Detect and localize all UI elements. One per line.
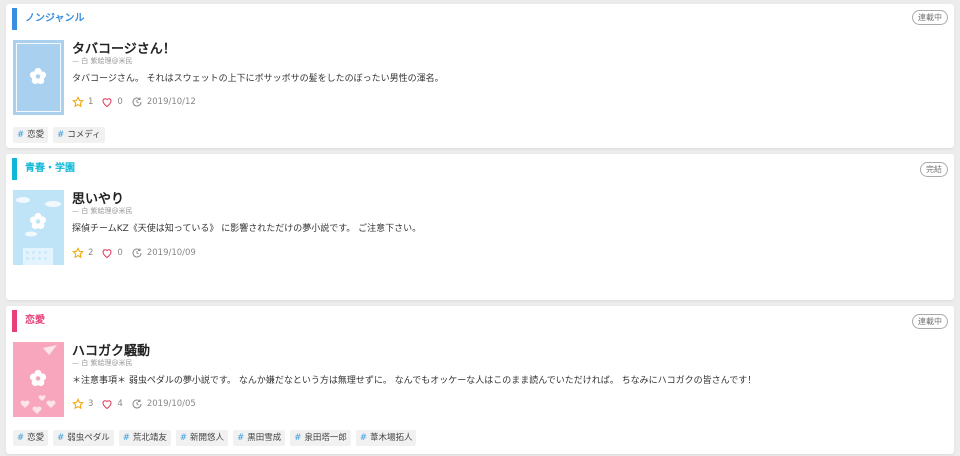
work-title[interactable]: 思いやり: [72, 188, 124, 207]
heart-count: 0: [117, 248, 123, 258]
star-count: 1: [88, 97, 94, 107]
work-description: ＊注意事項＊ 弱虫ペダルの夢小説です。 なんか嫌だなという方は無理せずに。 なん…: [72, 376, 757, 386]
update-icon: [132, 248, 142, 258]
status-badge: 連載中: [912, 10, 948, 25]
tag[interactable]: # 泉田塔一郎: [290, 430, 351, 446]
update-date: 2019/10/12: [146, 97, 196, 107]
update-date: 2019/10/09: [146, 248, 196, 258]
star-icon: [72, 247, 84, 259]
author-name[interactable]: — 白 紫絵理@米民: [72, 56, 132, 66]
work-description: 探偵チームKZ《天使は知っている》 に影響されただけの夢小説です。 ご注意下さい…: [72, 224, 422, 234]
work-description: タバコージさん。 それはスウェットの上下にボサッボサの髪をしたのぼったい男性の渾…: [72, 74, 444, 84]
star-count: 3: [88, 399, 94, 409]
star-icon: [72, 398, 84, 410]
tag[interactable]: # 新開悠人: [175, 430, 229, 446]
genre-label[interactable]: 恋愛: [12, 310, 45, 332]
heart-icon: [102, 98, 112, 108]
status-badge: 完結: [920, 162, 948, 177]
work-title[interactable]: タバコージさん！: [72, 38, 176, 57]
tag[interactable]: # 葦木場拓人: [355, 430, 417, 446]
genre-label[interactable]: 青春・学園: [12, 158, 75, 180]
tag[interactable]: # 恋愛: [13, 430, 49, 446]
status-badge: 連載中: [912, 314, 948, 329]
star-count: 2: [88, 248, 94, 258]
update-date: 2019/10/05: [146, 399, 196, 409]
work-stats: 3 4 2019/10/05: [72, 397, 204, 411]
heart-icon: [102, 249, 112, 259]
work-card[interactable]: 青春・学園 完結 思いやり — 白 紫絵理@米民 探偵チームKZ《天使は知ってい…: [6, 154, 954, 300]
tag[interactable]: # 恋愛: [13, 127, 49, 143]
flower-icon: [29, 212, 47, 230]
work-stats: 1 0 2019/10/12: [72, 95, 204, 109]
update-icon: [132, 399, 142, 409]
work-stats: 2 0 2019/10/09: [72, 246, 204, 260]
heart-count: 0: [117, 97, 123, 107]
work-title[interactable]: ハコガク騒動: [72, 340, 150, 359]
genre-label[interactable]: ノンジャンル: [12, 8, 85, 30]
tag[interactable]: # コメディ: [53, 127, 105, 143]
tag[interactable]: # 黒田雪成: [233, 430, 286, 446]
work-card[interactable]: 恋愛 連載中 ハコガク騒動 — 白 紫絵理@米民 ＊注意事項＊ 弱虫ペダルの夢小…: [6, 306, 954, 454]
tag[interactable]: # 荒北靖友: [118, 430, 171, 446]
tag-list: # 恋愛 # 弱虫ペダル # 荒北靖友 # 新開悠人 # 黒田雪成 # 泉田塔一郎 # 葦木場…: [13, 430, 421, 446]
update-icon: [132, 97, 142, 107]
tag[interactable]: # 弱虫ペダル: [53, 430, 114, 446]
cover-image[interactable]: [13, 40, 64, 115]
author-name[interactable]: — 白 紫絵理@米民: [72, 206, 132, 216]
tag-list: # 恋愛 # コメディ: [13, 127, 110, 143]
flower-icon: [29, 67, 47, 85]
flower-icon: [29, 369, 47, 387]
author-name[interactable]: — 白 紫絵理@米民: [72, 358, 132, 368]
cover-image[interactable]: [13, 190, 64, 265]
heart-count: 4: [117, 399, 123, 409]
heart-icon: [102, 400, 112, 410]
star-icon: [72, 96, 84, 108]
work-card[interactable]: ノンジャンル 連載中 タバコージさん！ — 白 紫絵理@米民 タバコージさん。 …: [6, 4, 954, 148]
cover-image[interactable]: [13, 342, 64, 417]
